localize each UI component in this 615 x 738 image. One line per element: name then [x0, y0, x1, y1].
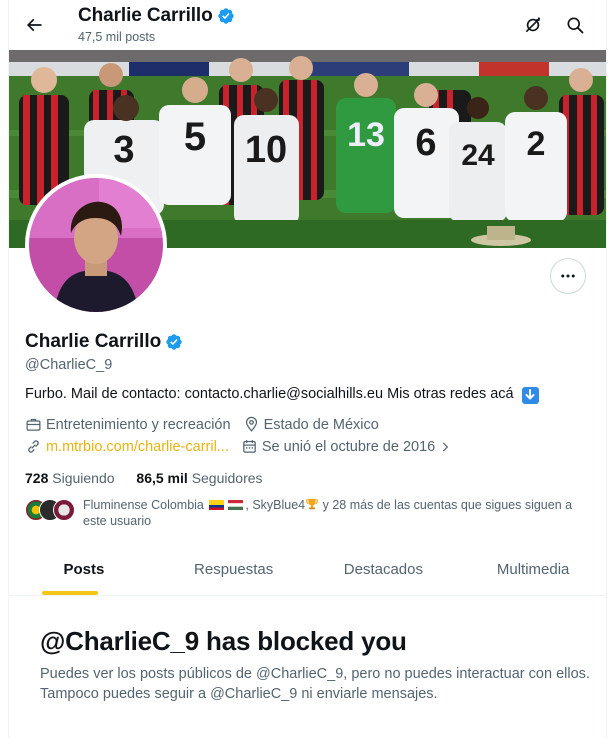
following-link[interactable]: 728 Siguiendo — [25, 470, 115, 486]
profile-name: Charlie Carrillo — [25, 331, 162, 352]
profile-handle: @CharlieC_9 — [25, 357, 113, 373]
avatar — [53, 499, 75, 521]
location-text: Estado de México — [263, 416, 379, 433]
svg-text:6: 6 — [415, 122, 436, 164]
calendar-icon — [243, 440, 256, 453]
joined-text: Se unió el octubre de 2016 — [261, 438, 436, 455]
website-item: m.mtrbio.com/charlie-carril... — [25, 438, 229, 455]
more-icon — [561, 274, 575, 278]
followers-count: 86,5 mil — [136, 470, 188, 486]
profile-name-row: Charlie Carrillo — [25, 331, 183, 353]
active-tab-indicator — [42, 591, 98, 595]
hungary-flag-icon — [228, 500, 244, 510]
svg-text:3: 3 — [113, 129, 134, 171]
svg-text:10: 10 — [245, 129, 287, 171]
avatar — [29, 178, 163, 312]
profile-avatar-frame[interactable] — [25, 174, 167, 316]
svg-text:13: 13 — [347, 116, 385, 154]
chevron-right-icon — [443, 442, 449, 451]
profile-meta-row-1: Entretenimiento y recreación Estado de M… — [25, 416, 391, 433]
bio-text: Furbo. Mail de contacto: contacto.charli… — [25, 386, 514, 402]
topbar-title-row: Charlie Carrillo — [78, 5, 235, 27]
arrow-left-icon — [26, 18, 42, 32]
known-follower-1: Fluminense Colombia — [83, 498, 204, 512]
back-button[interactable] — [17, 8, 51, 42]
followers-link[interactable]: 86,5 mil Seguidores — [136, 470, 262, 486]
topbar-name: Charlie Carrillo — [78, 5, 213, 26]
no-eye-icon — [525, 17, 541, 33]
website-link[interactable]: m.mtrbio.com/charlie-carril... — [46, 439, 229, 455]
category-item: Entretenimiento y recreación — [25, 416, 231, 433]
known-followers-text: Fluminense Colombia , SkyBlue4 y 28 más … — [83, 497, 593, 529]
more-options-button[interactable] — [550, 258, 586, 294]
colombia-flag-icon — [209, 500, 225, 510]
followers-label: Seguidores — [191, 470, 263, 486]
tab-media[interactable]: Multimedia — [458, 543, 606, 595]
svg-text:24: 24 — [461, 139, 495, 172]
svg-text:5: 5 — [184, 115, 206, 159]
known-follower-2: , SkyBlue4 — [245, 498, 306, 512]
verified-badge-icon — [165, 333, 183, 351]
follow-stats: 728 Siguiendo 86,5 mil Seguidores — [25, 470, 281, 486]
known-followers-avatars — [25, 497, 83, 521]
tab-posts[interactable]: Posts — [9, 543, 159, 595]
down-arrow-emoji-icon — [521, 386, 539, 404]
profile-page: Charlie Carrillo 47,5 mil posts 3 5 10 1… — [8, 0, 607, 738]
following-count: 728 — [25, 470, 49, 486]
tab-replies[interactable]: Respuestas — [159, 543, 309, 595]
svg-text:2: 2 — [527, 125, 546, 163]
tab-label: Multimedia — [496, 560, 570, 578]
top-bar: Charlie Carrillo 47,5 mil posts — [9, 0, 606, 50]
following-label: Siguiendo — [52, 470, 115, 486]
blocked-title: @CharlieC_9 has blocked you — [40, 626, 407, 656]
profile-bio: Furbo. Mail de contacto: contacto.charli… — [25, 386, 539, 404]
profile-meta-row-2: m.mtrbio.com/charlie-carril... Se unió e… — [25, 438, 468, 455]
search-button[interactable] — [558, 8, 592, 42]
posts-count: 47,5 mil posts — [78, 30, 156, 44]
hide-replies-button[interactable] — [516, 8, 550, 42]
link-icon — [28, 440, 39, 453]
joined-item[interactable]: Se unió el octubre de 2016 — [241, 438, 456, 455]
tab-label: Destacados — [343, 560, 423, 578]
search-icon — [567, 17, 584, 34]
tab-label: Posts — [63, 560, 105, 578]
known-followers[interactable]: Fluminense Colombia , SkyBlue4 y 28 más … — [25, 497, 593, 529]
tab-highlights[interactable]: Destacados — [309, 543, 459, 595]
location-pin-icon — [245, 416, 257, 432]
category-text: Entretenimiento y recreación — [46, 416, 231, 433]
verified-badge-icon — [217, 7, 235, 25]
blocked-message: Puedes ver los posts públicos de @Charli… — [40, 666, 590, 702]
tab-label: Respuestas — [194, 560, 274, 578]
profile-tabs: Posts Respuestas Destacados Multimedia — [9, 543, 606, 596]
trophy-icon — [306, 498, 318, 510]
briefcase-icon — [26, 418, 41, 431]
location-item: Estado de México — [243, 416, 379, 433]
